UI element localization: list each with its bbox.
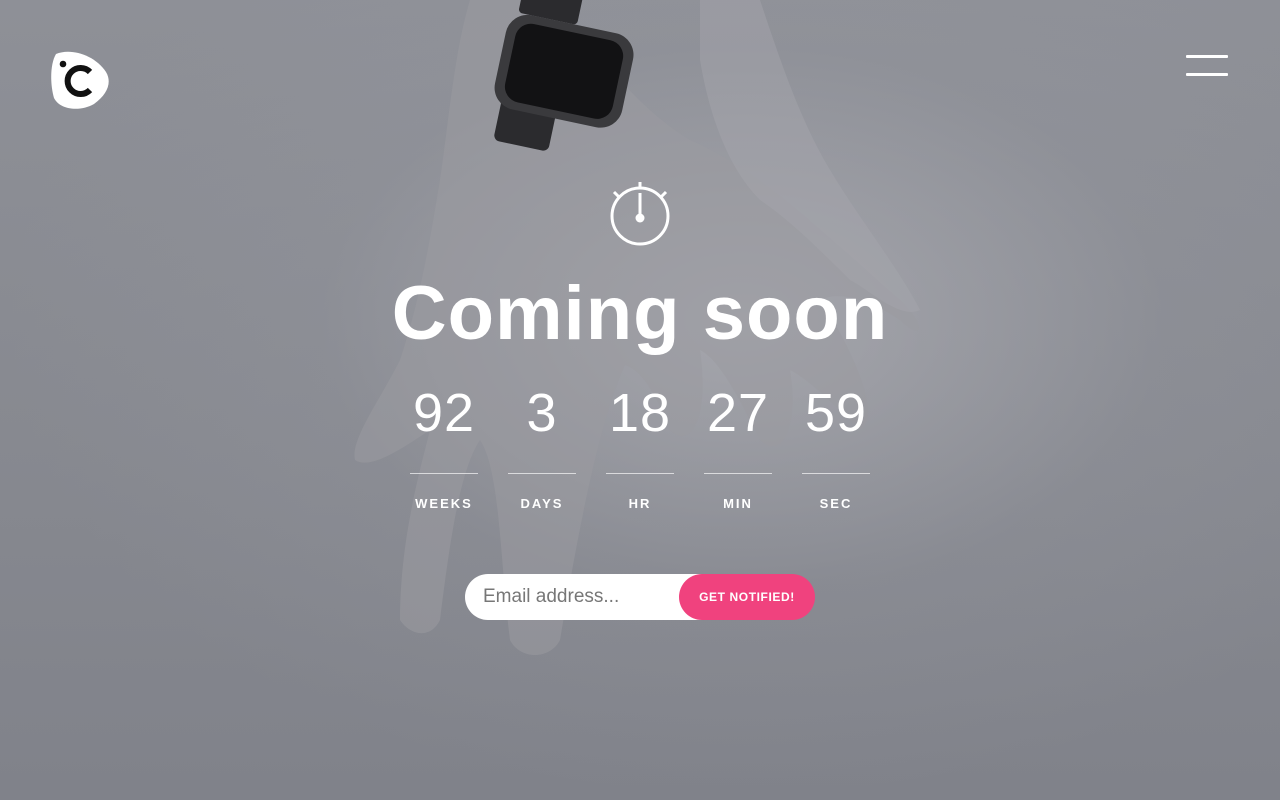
countdown-minutes: 27 MIN xyxy=(704,380,772,520)
countdown-seconds: 59 SEC xyxy=(802,380,870,520)
c-logo-icon xyxy=(51,51,109,109)
divider xyxy=(606,473,674,474)
countdown-label: MIN xyxy=(723,496,753,511)
get-notified-button[interactable]: GET NOTIFIED! xyxy=(679,574,815,620)
countdown-hours: 18 HR xyxy=(606,380,674,520)
countdown-label: WEEKS xyxy=(415,496,473,511)
countdown-value: 27 xyxy=(706,383,770,443)
menu-line-bottom xyxy=(1186,73,1228,76)
countdown-value: 18 xyxy=(608,383,672,443)
subscribe-form: GET NOTIFIED! xyxy=(465,574,815,620)
countdown-label: DAYS xyxy=(520,496,564,511)
page-title: Coming soon xyxy=(391,271,889,356)
divider xyxy=(508,473,576,474)
countdown-label: SEC xyxy=(819,496,853,511)
countdown-value: 59 xyxy=(804,383,868,443)
divider xyxy=(802,473,870,474)
countdown-value: 92 xyxy=(412,383,476,443)
countdown-label: HR xyxy=(628,496,652,511)
divider xyxy=(704,473,772,474)
menu-line-top xyxy=(1186,55,1228,58)
countdown-value: 3 xyxy=(526,383,558,443)
countdown-weeks: 92 WEEKS xyxy=(410,380,478,520)
hamburger-menu-icon[interactable] xyxy=(1184,54,1228,78)
countdown-days: 3 DAYS xyxy=(508,380,576,520)
divider xyxy=(410,473,478,474)
email-input[interactable] xyxy=(465,574,705,620)
stopwatch-icon xyxy=(608,178,672,248)
logo[interactable] xyxy=(50,50,110,110)
countdown: 92 WEEKS 3 DAYS 18 HR 27 MIN 59 SEC xyxy=(395,380,885,520)
